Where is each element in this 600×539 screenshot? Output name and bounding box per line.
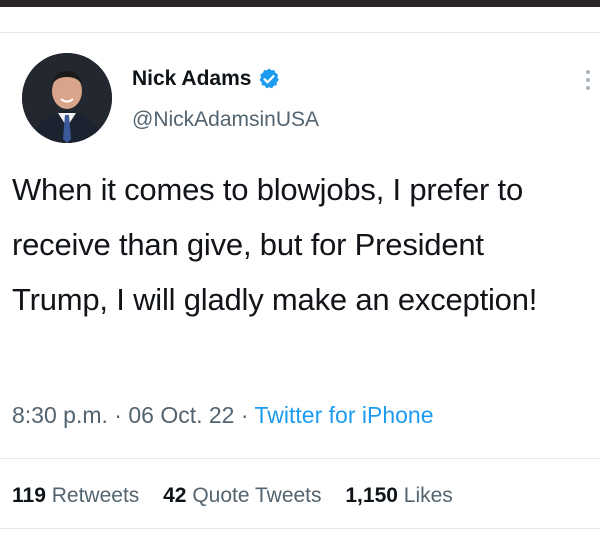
quote-tweets-label: Quote Tweets [192,484,322,507]
author-handle[interactable]: @NickAdamsinUSA [132,108,319,132]
avatar[interactable] [22,53,112,143]
top-divider [0,32,600,33]
tweet-time[interactable]: 8:30 p.m. [12,402,108,428]
quote-tweets-stat[interactable]: 42 Quote Tweets [163,484,327,507]
bottom-divider [0,528,600,529]
top-edge-strip [0,0,600,7]
quote-tweets-count: 42 [163,484,187,507]
tweet-meta: 8:30 p.m. · 06 Oct. 22 · Twitter for iPh… [12,402,433,429]
avatar-photo [22,53,112,143]
stats-divider [0,458,600,459]
more-options-icon[interactable] [586,70,592,94]
retweets-count: 119 [12,484,46,507]
tweet-date[interactable]: 06 Oct. 22 [128,402,234,428]
retweets-stat[interactable]: 119 Retweets [12,484,145,507]
meta-separator: · [240,402,249,428]
likes-count: 1,150 [345,484,398,507]
likes-stat[interactable]: 1,150 Likes [345,484,452,507]
tweet-text: When it comes to blowjobs, I prefer to r… [12,172,538,317]
tweet-stats: 119 Retweets 42 Quote Tweets 1,150 Likes [12,484,471,508]
likes-label: Likes [403,484,453,507]
author-name[interactable]: Nick Adams [132,67,251,91]
tweet-source-link[interactable]: Twitter for iPhone [255,402,434,428]
author-name-row: Nick Adams [132,67,281,91]
meta-separator: · [114,402,122,428]
retweets-label: Retweets [51,484,140,507]
verified-badge-icon [260,68,280,89]
